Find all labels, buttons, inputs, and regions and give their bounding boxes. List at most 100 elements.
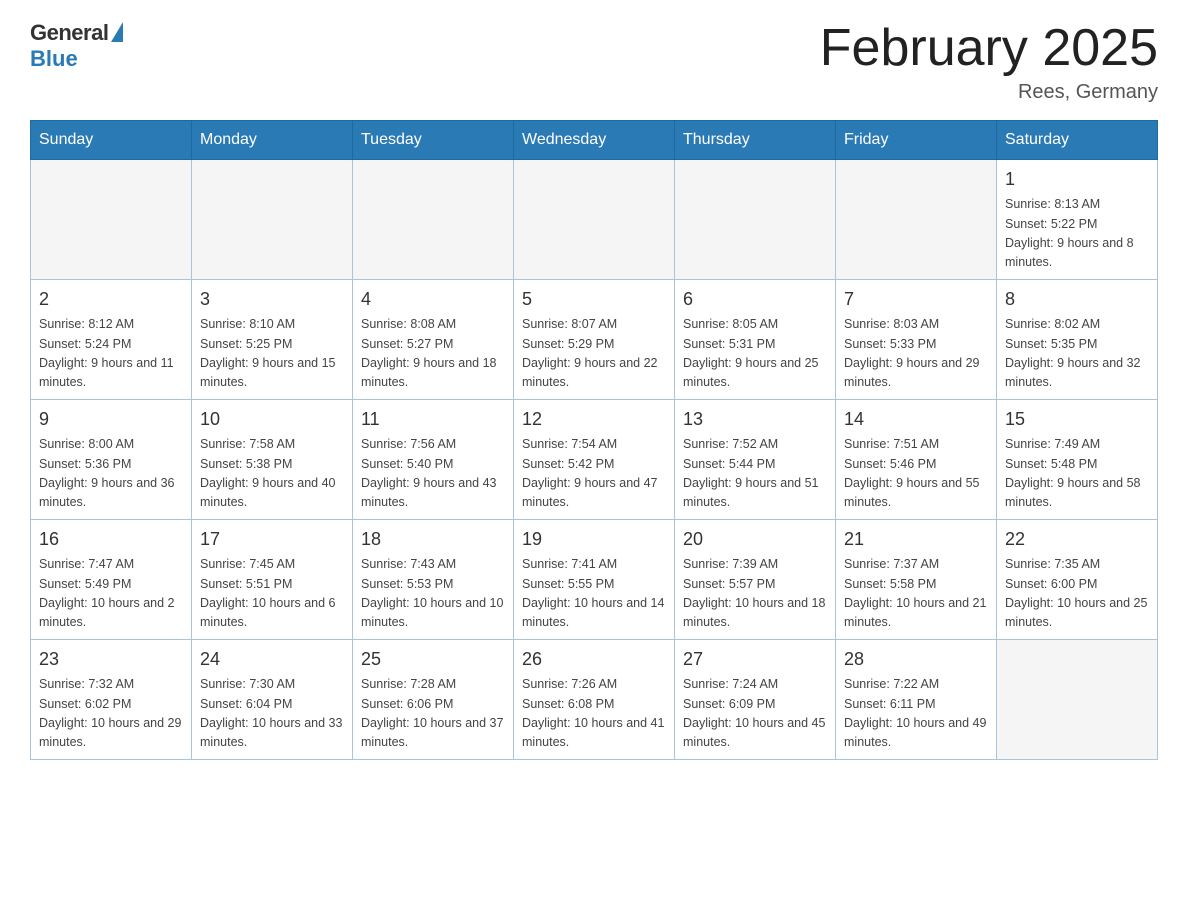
calendar-week-5: 23Sunrise: 7:32 AMSunset: 6:02 PMDayligh… [31,640,1158,760]
day-info: Sunrise: 7:26 AMSunset: 6:08 PMDaylight:… [522,675,666,753]
calendar-cell: 14Sunrise: 7:51 AMSunset: 5:46 PMDayligh… [836,400,997,520]
day-info: Sunrise: 7:58 AMSunset: 5:38 PMDaylight:… [200,435,344,513]
calendar-cell: 2Sunrise: 8:12 AMSunset: 5:24 PMDaylight… [31,280,192,400]
calendar-cell: 18Sunrise: 7:43 AMSunset: 5:53 PMDayligh… [353,520,514,640]
calendar-cell: 7Sunrise: 8:03 AMSunset: 5:33 PMDaylight… [836,280,997,400]
day-info: Sunrise: 7:35 AMSunset: 6:00 PMDaylight:… [1005,555,1149,633]
header-right: February 2025 Rees, Germany [820,20,1158,104]
calendar-cell: 20Sunrise: 7:39 AMSunset: 5:57 PMDayligh… [675,520,836,640]
day-info: Sunrise: 8:13 AMSunset: 5:22 PMDaylight:… [1005,195,1149,273]
weekday-header-sunday: Sunday [31,121,192,160]
calendar-cell [836,160,997,280]
calendar-week-4: 16Sunrise: 7:47 AMSunset: 5:49 PMDayligh… [31,520,1158,640]
calendar-week-3: 9Sunrise: 8:00 AMSunset: 5:36 PMDaylight… [31,400,1158,520]
weekday-header-monday: Monday [192,121,353,160]
day-info: Sunrise: 7:52 AMSunset: 5:44 PMDaylight:… [683,435,827,513]
day-number: 28 [844,646,988,673]
logo-triangle-icon [111,22,123,42]
calendar-cell: 11Sunrise: 7:56 AMSunset: 5:40 PMDayligh… [353,400,514,520]
day-info: Sunrise: 8:08 AMSunset: 5:27 PMDaylight:… [361,315,505,393]
day-info: Sunrise: 7:37 AMSunset: 5:58 PMDaylight:… [844,555,988,633]
day-number: 14 [844,406,988,433]
calendar-cell: 1Sunrise: 8:13 AMSunset: 5:22 PMDaylight… [997,160,1158,280]
location: Rees, Germany [820,81,1158,104]
calendar-cell: 15Sunrise: 7:49 AMSunset: 5:48 PMDayligh… [997,400,1158,520]
weekday-header-friday: Friday [836,121,997,160]
calendar-cell: 6Sunrise: 8:05 AMSunset: 5:31 PMDaylight… [675,280,836,400]
calendar-cell: 5Sunrise: 8:07 AMSunset: 5:29 PMDaylight… [514,280,675,400]
calendar-cell: 21Sunrise: 7:37 AMSunset: 5:58 PMDayligh… [836,520,997,640]
calendar-cell: 10Sunrise: 7:58 AMSunset: 5:38 PMDayligh… [192,400,353,520]
calendar-cell: 13Sunrise: 7:52 AMSunset: 5:44 PMDayligh… [675,400,836,520]
day-number: 27 [683,646,827,673]
day-number: 4 [361,286,505,313]
logo-blue-text: Blue [30,46,78,72]
day-info: Sunrise: 8:07 AMSunset: 5:29 PMDaylight:… [522,315,666,393]
day-number: 21 [844,526,988,553]
day-info: Sunrise: 8:10 AMSunset: 5:25 PMDaylight:… [200,315,344,393]
day-number: 5 [522,286,666,313]
calendar-week-2: 2Sunrise: 8:12 AMSunset: 5:24 PMDaylight… [31,280,1158,400]
day-number: 26 [522,646,666,673]
calendar-cell [997,640,1158,760]
calendar-cell: 26Sunrise: 7:26 AMSunset: 6:08 PMDayligh… [514,640,675,760]
calendar-cell: 19Sunrise: 7:41 AMSunset: 5:55 PMDayligh… [514,520,675,640]
day-info: Sunrise: 7:22 AMSunset: 6:11 PMDaylight:… [844,675,988,753]
day-number: 8 [1005,286,1149,313]
day-info: Sunrise: 7:30 AMSunset: 6:04 PMDaylight:… [200,675,344,753]
day-number: 20 [683,526,827,553]
day-number: 11 [361,406,505,433]
calendar-cell: 9Sunrise: 8:00 AMSunset: 5:36 PMDaylight… [31,400,192,520]
calendar-cell [353,160,514,280]
weekday-header-tuesday: Tuesday [353,121,514,160]
day-info: Sunrise: 8:00 AMSunset: 5:36 PMDaylight:… [39,435,183,513]
day-number: 25 [361,646,505,673]
calendar-cell: 22Sunrise: 7:35 AMSunset: 6:00 PMDayligh… [997,520,1158,640]
month-title: February 2025 [820,20,1158,77]
day-number: 12 [522,406,666,433]
day-info: Sunrise: 7:45 AMSunset: 5:51 PMDaylight:… [200,555,344,633]
calendar-cell: 17Sunrise: 7:45 AMSunset: 5:51 PMDayligh… [192,520,353,640]
weekday-header-row: SundayMondayTuesdayWednesdayThursdayFrid… [31,121,1158,160]
day-number: 9 [39,406,183,433]
day-number: 16 [39,526,183,553]
day-info: Sunrise: 7:24 AMSunset: 6:09 PMDaylight:… [683,675,827,753]
day-number: 10 [200,406,344,433]
day-number: 13 [683,406,827,433]
day-number: 15 [1005,406,1149,433]
day-info: Sunrise: 7:54 AMSunset: 5:42 PMDaylight:… [522,435,666,513]
logo: General Blue [30,20,123,72]
day-number: 1 [1005,166,1149,193]
calendar-cell: 16Sunrise: 7:47 AMSunset: 5:49 PMDayligh… [31,520,192,640]
calendar-cell: 23Sunrise: 7:32 AMSunset: 6:02 PMDayligh… [31,640,192,760]
day-info: Sunrise: 7:32 AMSunset: 6:02 PMDaylight:… [39,675,183,753]
day-number: 7 [844,286,988,313]
page-header: General Blue February 2025 Rees, Germany [30,20,1158,104]
day-info: Sunrise: 7:51 AMSunset: 5:46 PMDaylight:… [844,435,988,513]
calendar-cell [675,160,836,280]
weekday-header-wednesday: Wednesday [514,121,675,160]
day-number: 6 [683,286,827,313]
weekday-header-thursday: Thursday [675,121,836,160]
day-info: Sunrise: 7:43 AMSunset: 5:53 PMDaylight:… [361,555,505,633]
day-info: Sunrise: 7:28 AMSunset: 6:06 PMDaylight:… [361,675,505,753]
calendar-cell: 8Sunrise: 8:02 AMSunset: 5:35 PMDaylight… [997,280,1158,400]
calendar-table: SundayMondayTuesdayWednesdayThursdayFrid… [30,120,1158,760]
calendar-cell [514,160,675,280]
calendar-cell: 25Sunrise: 7:28 AMSunset: 6:06 PMDayligh… [353,640,514,760]
calendar-cell [192,160,353,280]
calendar-cell: 3Sunrise: 8:10 AMSunset: 5:25 PMDaylight… [192,280,353,400]
calendar-cell [31,160,192,280]
day-info: Sunrise: 8:12 AMSunset: 5:24 PMDaylight:… [39,315,183,393]
calendar-cell: 4Sunrise: 8:08 AMSunset: 5:27 PMDaylight… [353,280,514,400]
logo-general-text: General [30,20,108,46]
day-number: 18 [361,526,505,553]
day-info: Sunrise: 7:41 AMSunset: 5:55 PMDaylight:… [522,555,666,633]
calendar-cell: 28Sunrise: 7:22 AMSunset: 6:11 PMDayligh… [836,640,997,760]
day-info: Sunrise: 8:02 AMSunset: 5:35 PMDaylight:… [1005,315,1149,393]
day-number: 2 [39,286,183,313]
day-info: Sunrise: 8:03 AMSunset: 5:33 PMDaylight:… [844,315,988,393]
day-number: 24 [200,646,344,673]
calendar-cell: 27Sunrise: 7:24 AMSunset: 6:09 PMDayligh… [675,640,836,760]
day-info: Sunrise: 7:39 AMSunset: 5:57 PMDaylight:… [683,555,827,633]
